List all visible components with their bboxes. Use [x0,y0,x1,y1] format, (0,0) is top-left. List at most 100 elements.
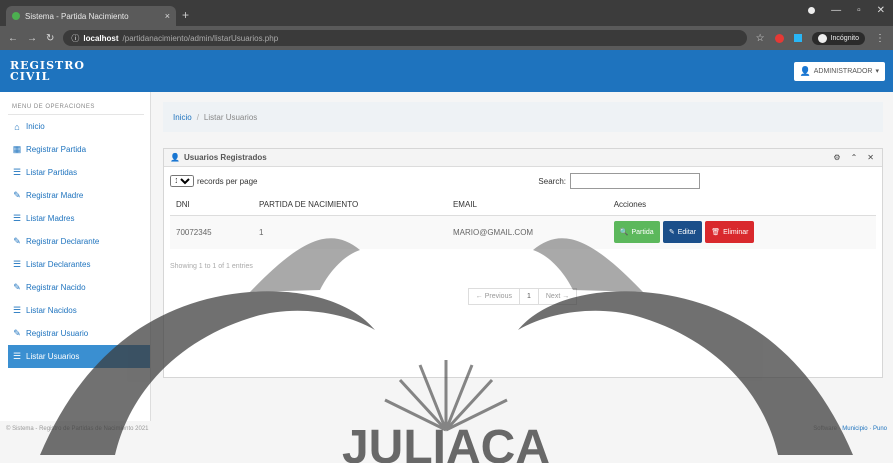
forward-icon[interactable]: → [27,33,37,44]
brand-line2: CIVIL [10,70,51,83]
sidebar-item-registrar-nacido[interactable]: ✎ Registrar Nacido [8,276,144,299]
close-tab-icon[interactable]: × [165,11,170,21]
collapse-icon[interactable]: ⌃ [851,153,858,162]
cell-actions: 🔍 Partida ✎ Editar 🗑 Eliminar [607,215,876,249]
user-menu[interactable]: 👤 ADMINISTRADOR ▾ [793,61,885,81]
close-window-icon[interactable]: ✕ [877,5,885,16]
edit-button[interactable]: ✎ Editar [662,221,703,244]
brand-logo[interactable]: REGISTRO CIVIL [10,60,85,82]
list-icon: ☰ [12,259,22,269]
list-icon: ☰ [12,213,22,223]
delete-label: Eliminar [723,228,749,236]
cell-partida: 1 [253,215,447,249]
sidebar-item-listar-madres[interactable]: ☰ Listar Madres [8,207,144,230]
search-icon: 🔍 [619,229,629,237]
sidebar-item-label: Listar Nacidos [26,306,77,315]
edit-label: Editar [677,228,697,236]
incognito-badge[interactable]: Incógnito [811,31,865,45]
url-bar[interactable]: ⓘ localhost/partidanacimiento/admin/list… [63,30,747,46]
sidebar-heading: MENU DE OPERACIONES [8,98,144,115]
edit-icon: ✎ [13,190,21,200]
address-bar-row: ← → ↻ ⓘ localhost/partidanacimiento/admi… [0,26,893,50]
bookmark-star-icon[interactable]: ☆ [756,33,765,44]
sidebar-item-registrar-partida[interactable]: ▦ Registrar Partida [8,138,144,161]
pagination-next[interactable]: Next → [537,288,578,305]
minimize-icon[interactable]: — [831,5,841,16]
close-icon[interactable]: ✕ [867,153,874,162]
sidebar-item-label: Registrar Partida [26,145,87,154]
view-partida-label: Partida [631,228,654,236]
sidebar-item-listar-nacidos[interactable]: ☰ Listar Nacidos [8,299,144,322]
caret-down-icon: ▾ [875,68,879,75]
breadcrumb: Inicio / Listar Usuarios [163,102,883,132]
sidebar-item-registrar-usuario[interactable]: ✎ Registrar Usuario [8,322,144,345]
footer-right: Software · Municipio · Puno [813,426,887,432]
user-label: ADMINISTRADOR [813,67,873,75]
user-icon: 👤 [799,65,811,76]
page-length-select[interactable]: 10 [170,175,194,187]
info-icon: ⓘ [71,33,80,43]
column-header-acciones[interactable]: Acciones [607,195,876,216]
main-content: Inicio / Listar Usuarios 👤 Usuarios Regi… [151,92,893,421]
edit-icon: ✎ [13,236,21,246]
table-icon: ▦ [12,144,22,154]
pagination-previous[interactable]: ← Previous [467,288,520,305]
table-header-row: DNI PARTIDA DE NACIMIENTO EMAIL Acciones [170,195,876,216]
menu-icon[interactable]: ⋮ [875,33,885,44]
incognito-icon [817,33,827,43]
reload-icon[interactable]: ↻ [46,33,54,44]
records-per-page: 10 records per page [170,175,257,187]
column-header-email[interactable]: EMAIL [446,195,608,216]
panel-header: 👤 Usuarios Registrados ⚙ ⌃ ✕ [164,149,882,167]
sidebar-item-label: Listar Madres [26,214,75,223]
list-icon: ☰ [12,167,22,177]
panel-title: 👤 Usuarios Registrados [170,153,267,162]
list-icon: ☰ [12,351,22,361]
edit-icon: ✎ [668,229,675,237]
sidebar-item-label: Inicio [26,122,45,131]
sidebar-item-label: Registrar Madre [26,191,84,200]
extension-icon[interactable] [774,33,784,43]
sidebar-item-registrar-madre[interactable]: ✎ Registrar Madre [8,184,144,207]
sidebar-item-listar-usuarios[interactable]: ☰ Listar Usuarios [8,345,150,368]
delete-button[interactable]: 🗑 Eliminar [705,221,755,244]
footer-link[interactable]: Municipio · Puno [842,426,887,432]
edit-icon: ✎ [13,282,21,292]
extension-icon[interactable] [793,34,802,42]
user-icon: 👤 [170,153,180,162]
users-table: DNI PARTIDA DE NACIMIENTO EMAIL Acciones… [170,195,876,249]
maximize-icon[interactable]: ▫ [857,5,861,16]
footer-copyright: © Sistema - Registro de Partidas de Naci… [6,426,149,432]
browser-tab-strip: Sistema - Partida Nacimiento × + — ▫ ✕ [0,0,893,26]
breadcrumb-home-link[interactable]: Inicio [173,113,192,122]
browser-tab[interactable]: Sistema - Partida Nacimiento × [6,6,176,26]
edit-icon: ✎ [13,328,21,338]
profile-dot-icon[interactable] [808,7,816,14]
favicon-icon [12,12,20,20]
back-icon[interactable]: ← [8,33,18,44]
sidebar: MENU DE OPERACIONES ⌂ Inicio ▦ Registrar P… [0,92,151,421]
sidebar-item-registrar-declarante[interactable]: ✎ Registrar Declarante [8,230,144,253]
url-path: /partidanacimiento/admin/listarUsuarios.… [122,33,279,43]
new-tab-button[interactable]: + [182,8,189,22]
view-partida-button[interactable]: 🔍 Partida [613,221,660,244]
column-header-partida[interactable]: PARTIDA DE NACIMIENTO [253,195,447,216]
search-input[interactable] [570,173,700,189]
users-panel: 👤 Usuarios Registrados ⚙ ⌃ ✕ 10 records … [163,148,883,378]
sidebar-item-listar-declarantes[interactable]: ☰ Listar Declarantes [8,253,144,276]
cell-email: MARIO@GMAIL.COM [446,215,608,249]
footer-right-prefix: Software · [813,426,843,432]
search-box: Search: [538,173,700,189]
url-host: localhost [83,33,119,43]
table-controls: 10 records per page Search: [164,167,882,191]
column-header-dni[interactable]: DNI [170,195,254,216]
list-icon: ☰ [12,305,22,315]
sidebar-item-inicio[interactable]: ⌂ Inicio [8,115,144,138]
sidebar-item-listar-partidas[interactable]: ☰ Listar Partidas [8,161,144,184]
sidebar-item-label: Listar Partidas [26,168,78,177]
settings-icon[interactable]: ⚙ [833,153,840,162]
pagination-page[interactable]: 1 [518,288,539,305]
trash-icon: 🗑 [711,229,721,237]
table-info: Showing 1 to 1 of 1 entries [170,263,253,270]
tab-title: Sistema - Partida Nacimiento [25,11,129,21]
